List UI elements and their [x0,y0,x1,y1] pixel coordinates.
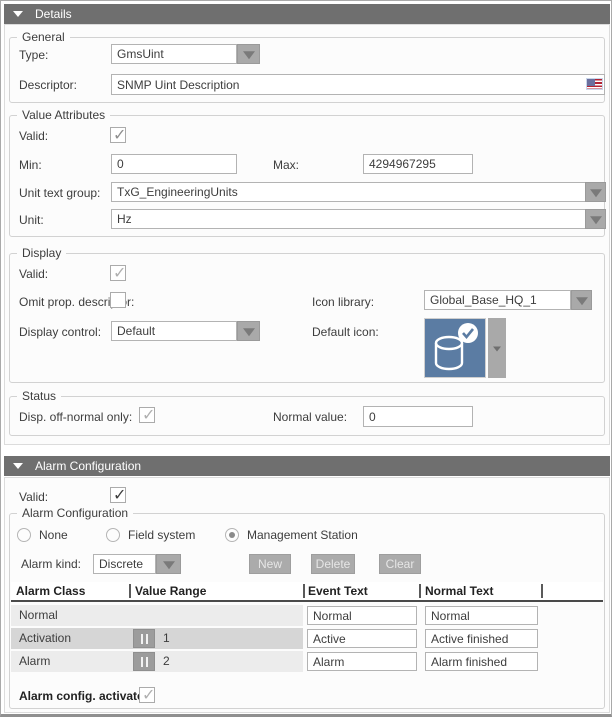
alarm-kind-select[interactable]: Discrete [93,554,156,574]
us-flag-language-icon[interactable] [586,78,603,90]
details-section-header[interactable]: Details [4,4,610,24]
row-event-text-input[interactable] [307,652,417,671]
row-event-text-input[interactable] [307,606,417,625]
display-valid-label: Valid: [19,267,48,281]
radio-field-system-label: Field system [128,528,195,542]
column-separator[interactable] [129,584,131,598]
type-select[interactable]: GmsUint [111,44,237,64]
radio-none[interactable] [17,528,31,542]
alarm-config-activated-label: Alarm config. activated: [19,689,155,703]
database-check-icon [425,319,485,377]
unit-text-group-select[interactable]: TxG_EngineeringUnits [111,182,586,202]
alarm-kind-label: Alarm kind: [21,557,81,571]
display-control-select[interactable]: Default [111,321,237,341]
disp-off-normal-label: Disp. off-normal only: [19,410,132,424]
max-input[interactable] [363,154,473,174]
radio-none-label: None [39,528,68,542]
delete-button[interactable]: Delete [311,554,355,574]
alarm-kind-dropdown-button[interactable] [156,554,181,574]
va-valid-checkbox[interactable] [110,127,126,143]
type-select-dropdown-button[interactable] [237,44,260,64]
radio-management-station-label: Management Station [247,528,358,542]
icon-library-dropdown-button[interactable] [571,290,592,310]
general-group-legend: General [17,30,70,44]
display-valid-checkbox[interactable] [110,265,126,281]
va-valid-label: Valid: [19,129,48,143]
icon-library-select[interactable]: Global_Base_HQ_1 [424,290,571,310]
col-event-text: Event Text [308,584,368,598]
normal-value-label: Normal value: [273,410,347,424]
unit-text-group-dropdown-button[interactable] [585,182,606,202]
radio-management-station[interactable] [225,528,239,542]
disp-off-normal-checkbox[interactable] [139,407,155,423]
icon-library-label: Icon library: [312,295,374,309]
table-row[interactable] [11,651,303,672]
normal-value-input[interactable] [363,406,473,427]
radio-field-system[interactable] [106,528,120,542]
min-label: Min: [19,158,42,172]
row-value-range: 1 [163,631,170,645]
col-normal-text: Normal Text [425,584,493,598]
column-separator[interactable] [303,584,305,598]
alarm-config-activated-checkbox[interactable] [139,687,155,703]
column-separator[interactable] [419,584,421,598]
column-separator[interactable] [541,584,543,598]
type-label: Type: [19,48,48,62]
unit-dropdown-button[interactable] [585,209,606,229]
row-event-text-input[interactable] [307,629,417,648]
alarm-configuration-section-header[interactable]: Alarm Configuration [4,456,610,476]
property-details-panel: Details General Type: GmsUint Descriptor… [0,0,612,717]
col-value-range: Value Range [135,584,206,598]
details-section-title: Details [35,7,72,21]
status-group-legend: Status [17,389,61,403]
unit-label: Unit: [19,213,44,227]
display-group [9,253,605,383]
descriptor-input[interactable] [111,74,605,95]
descriptor-label: Descriptor: [19,78,77,92]
alarm-configuration-group-legend: Alarm Configuration [17,506,133,520]
new-button[interactable]: New [249,554,291,574]
alarm-valid-checkbox[interactable] [110,487,126,503]
row-normal-text-input[interactable] [425,652,538,671]
collapse-arrow-icon [13,11,23,17]
collapse-arrow-icon [13,463,23,469]
alarm-table-header [11,582,603,602]
col-alarm-class: Alarm Class [16,584,85,598]
max-label: Max: [273,158,299,172]
default-icon-dropdown-button[interactable] [488,318,506,378]
row-alarm-class: Alarm [19,654,50,668]
row-alarm-class: Activation [19,631,71,645]
default-icon-label: Default icon: [312,325,379,339]
omit-prop-descriptor-checkbox[interactable] [110,292,126,308]
default-icon-preview[interactable] [424,318,486,378]
unit-text-group-label: Unit text group: [19,186,100,200]
row-normal-text-input[interactable] [425,606,538,625]
display-group-legend: Display [17,246,66,260]
row-value-range: 2 [163,654,170,668]
min-input[interactable] [111,154,237,174]
row-normal-text-input[interactable] [425,629,538,648]
value-range-editor-button[interactable] [133,629,155,648]
alarm-configuration-section-title: Alarm Configuration [35,459,141,473]
row-alarm-class: Normal [19,608,58,622]
unit-select[interactable]: Hz [111,209,586,229]
display-control-dropdown-button[interactable] [237,321,260,341]
alarm-valid-label: Valid: [19,490,48,504]
value-attributes-legend: Value Attributes [17,108,110,122]
clear-button[interactable]: Clear [379,554,421,574]
display-control-label: Display control: [19,325,101,339]
value-range-editor-button[interactable] [133,652,155,671]
